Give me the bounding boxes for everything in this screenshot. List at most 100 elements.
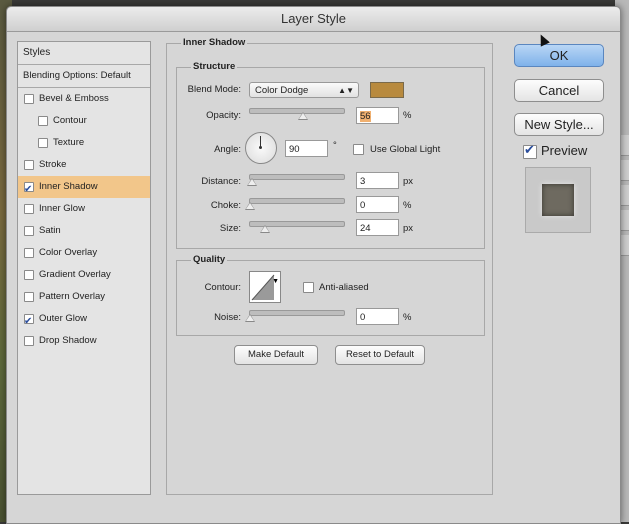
angle-input[interactable]: 90 bbox=[285, 140, 328, 157]
style-item-satin[interactable]: Satin bbox=[18, 220, 150, 242]
preview-thumbnail bbox=[525, 167, 591, 233]
checkbox[interactable] bbox=[38, 116, 48, 126]
style-item-gradient-overlay[interactable]: Gradient Overlay bbox=[18, 264, 150, 286]
noise-slider[interactable] bbox=[245, 310, 345, 322]
style-item-outer-glow[interactable]: Outer Glow bbox=[18, 308, 150, 333]
angle-unit: ° bbox=[333, 140, 337, 151]
style-item-label: Contour bbox=[53, 115, 87, 126]
noise-label: Noise: bbox=[214, 312, 241, 323]
preview-label: Preview bbox=[541, 143, 588, 158]
angle-dial-icon[interactable] bbox=[245, 132, 277, 164]
checkbox[interactable] bbox=[24, 94, 34, 104]
styles-header[interactable]: Styles bbox=[18, 42, 150, 65]
style-item-color-overlay[interactable]: Color Overlay bbox=[18, 242, 150, 264]
style-item-label: Texture bbox=[53, 137, 85, 148]
style-item-label: Color Overlay bbox=[39, 247, 98, 258]
checkbox-checked-icon: ✔ bbox=[524, 142, 535, 157]
size-value: 24 bbox=[360, 223, 371, 234]
inner-shadow-panel: Inner Shadow Structure Blend Mode: Color… bbox=[166, 37, 493, 495]
use-global-light-checkbox[interactable] bbox=[353, 144, 364, 155]
style-item-label: Satin bbox=[39, 225, 61, 236]
checkbox[interactable] bbox=[38, 138, 48, 148]
noise-unit: % bbox=[403, 312, 412, 323]
opacity-input[interactable]: 56 bbox=[356, 107, 399, 124]
blend-color-swatch[interactable] bbox=[370, 82, 404, 98]
angle-label: Angle: bbox=[214, 144, 241, 155]
quality-group: Quality Contour: ▼ Anti-aliased Noise: 0… bbox=[176, 254, 485, 336]
inner-shadow-title: Inner Shadow bbox=[181, 37, 248, 48]
opacity-label: Opacity: bbox=[206, 110, 241, 121]
size-slider[interactable] bbox=[249, 221, 345, 233]
style-item-contour[interactable]: Contour bbox=[18, 110, 150, 132]
slider-thumb-icon[interactable] bbox=[245, 314, 255, 322]
style-item-pattern-overlay[interactable]: Pattern Overlay bbox=[18, 286, 150, 308]
blend-mode-value: Color Dodge bbox=[255, 85, 309, 96]
angle-value: 90 bbox=[289, 144, 300, 155]
style-item-drop-shadow[interactable]: Drop Shadow bbox=[18, 330, 150, 352]
anti-aliased-checkbox[interactable] bbox=[303, 282, 314, 293]
slider-thumb-icon[interactable] bbox=[260, 225, 270, 233]
opacity-value: 56 bbox=[360, 111, 371, 122]
choke-value: 0 bbox=[360, 200, 366, 211]
style-item-bevel-emboss[interactable]: Bevel & Emboss bbox=[18, 88, 150, 110]
style-item-label: Outer Glow bbox=[39, 313, 88, 324]
quality-title: Quality bbox=[191, 254, 228, 265]
layer-style-dialog: Layer Style Styles Blending Options: Def… bbox=[6, 6, 621, 524]
ok-button[interactable]: OK bbox=[514, 44, 604, 67]
distance-input[interactable]: 3 bbox=[356, 172, 399, 189]
checkbox[interactable] bbox=[24, 270, 34, 280]
contour-curve-icon bbox=[251, 274, 275, 301]
style-item-label: Drop Shadow bbox=[39, 335, 97, 346]
styles-list: Styles Blending Options: Default Bevel &… bbox=[17, 41, 151, 495]
distance-slider[interactable] bbox=[247, 174, 345, 186]
checkbox-checked-icon[interactable] bbox=[24, 311, 34, 333]
style-item-inner-shadow[interactable]: Inner Shadow bbox=[18, 176, 150, 201]
blending-options-label: Blending Options: Default bbox=[23, 70, 131, 81]
style-item-inner-glow[interactable]: Inner Glow bbox=[18, 198, 150, 220]
checkbox[interactable] bbox=[24, 292, 34, 302]
checkbox[interactable] bbox=[24, 204, 34, 214]
size-input[interactable]: 24 bbox=[356, 219, 399, 236]
checkbox[interactable] bbox=[24, 160, 34, 170]
slider-thumb-icon[interactable] bbox=[245, 202, 255, 210]
anti-aliased-label: Anti-aliased bbox=[319, 282, 369, 293]
style-item-label: Inner Shadow bbox=[39, 181, 98, 192]
choke-input[interactable]: 0 bbox=[356, 196, 399, 213]
cancel-button[interactable]: Cancel bbox=[514, 79, 604, 102]
checkbox[interactable] bbox=[24, 336, 34, 346]
make-default-button[interactable]: Make Default bbox=[234, 345, 318, 365]
reset-to-default-button[interactable]: Reset to Default bbox=[335, 345, 425, 365]
use-global-light-label: Use Global Light bbox=[370, 144, 441, 155]
slider-thumb-icon[interactable] bbox=[247, 178, 257, 186]
noise-value: 0 bbox=[360, 312, 366, 323]
slider-thumb-icon[interactable] bbox=[297, 112, 308, 120]
dropdown-arrow-icon: ▲▼ bbox=[338, 86, 354, 95]
choke-slider[interactable] bbox=[245, 198, 345, 210]
checkbox[interactable] bbox=[24, 248, 34, 258]
noise-input[interactable]: 0 bbox=[356, 308, 399, 325]
style-item-label: Bevel & Emboss bbox=[39, 93, 109, 104]
checkbox[interactable] bbox=[24, 226, 34, 236]
opacity-slider[interactable] bbox=[249, 108, 345, 120]
choke-label: Choke: bbox=[210, 200, 241, 211]
blend-mode-label: Blend Mode: bbox=[187, 84, 241, 95]
checkbox-checked-icon[interactable] bbox=[24, 179, 34, 201]
preview-swatch bbox=[542, 184, 574, 216]
style-item-texture[interactable]: Texture bbox=[18, 132, 150, 154]
blending-options-item[interactable]: Blending Options: Default bbox=[18, 65, 150, 88]
style-item-label: Inner Glow bbox=[39, 203, 85, 214]
blend-mode-select[interactable]: Color Dodge ▲▼ bbox=[249, 82, 359, 98]
style-item-stroke[interactable]: Stroke bbox=[18, 154, 150, 176]
style-item-label: Stroke bbox=[39, 159, 67, 170]
contour-picker[interactable]: ▼ bbox=[249, 271, 281, 303]
distance-value: 3 bbox=[360, 176, 366, 187]
new-style-button[interactable]: New Style... bbox=[514, 113, 604, 136]
structure-group: Structure Blend Mode: Color Dodge ▲▼ Opa… bbox=[176, 61, 485, 249]
distance-label: Distance: bbox=[201, 176, 241, 187]
preview-checkbox[interactable]: ✔ bbox=[523, 142, 537, 159]
style-item-label: Pattern Overlay bbox=[39, 291, 105, 302]
style-item-label: Gradient Overlay bbox=[39, 269, 111, 280]
opacity-unit: % bbox=[403, 110, 412, 121]
structure-title: Structure bbox=[191, 61, 238, 72]
distance-unit: px bbox=[403, 176, 414, 187]
